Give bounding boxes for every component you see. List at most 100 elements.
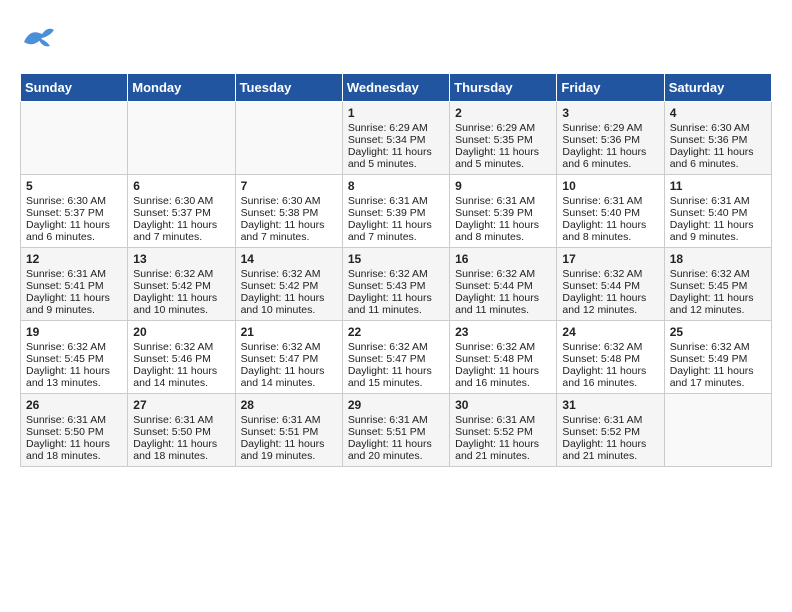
calendar-cell: 1 Sunrise: 6:29 AMSunset: 5:34 PMDaylight… (342, 102, 449, 175)
sunrise-text: Sunrise: 6:29 AM (348, 122, 444, 134)
sunrise-text: Sunrise: 6:32 AM (455, 341, 551, 353)
daylight-text: Daylight: 11 hours and 5 minutes. (348, 146, 444, 170)
day-number: 28 (241, 398, 337, 412)
daylight-text: Daylight: 11 hours and 11 minutes. (348, 292, 444, 316)
sunset-text: Sunset: 5:34 PM (348, 134, 444, 146)
sunrise-text: Sunrise: 6:31 AM (455, 195, 551, 207)
sunset-text: Sunset: 5:38 PM (241, 207, 337, 219)
daylight-text: Daylight: 11 hours and 19 minutes. (241, 438, 337, 462)
calendar-cell: 7Sunrise: 6:30 AMSunset: 5:38 PMDaylight… (235, 175, 342, 248)
sunrise-text: Sunrise: 6:32 AM (670, 341, 766, 353)
sunrise-text: Sunrise: 6:32 AM (670, 268, 766, 280)
calendar-cell: 17Sunrise: 6:32 AMSunset: 5:44 PMDayligh… (557, 248, 664, 321)
calendar-week-2: 5Sunrise: 6:30 AMSunset: 5:37 PMDaylight… (21, 175, 772, 248)
header-sunday: Sunday (21, 74, 128, 102)
sunrise-text: Sunrise: 6:32 AM (241, 268, 337, 280)
day-number: 9 (455, 179, 551, 193)
day-number: 31 (562, 398, 658, 412)
daylight-text: Daylight: 11 hours and 8 minutes. (455, 219, 551, 243)
calendar-cell: 24Sunrise: 6:32 AMSunset: 5:48 PMDayligh… (557, 321, 664, 394)
day-number: 14 (241, 252, 337, 266)
calendar-cell: 23Sunrise: 6:32 AMSunset: 5:48 PMDayligh… (450, 321, 557, 394)
sunrise-text: Sunrise: 6:32 AM (348, 341, 444, 353)
sunset-text: Sunset: 5:42 PM (241, 280, 337, 292)
sunrise-text: Sunrise: 6:31 AM (562, 414, 658, 426)
sunset-text: Sunset: 5:43 PM (348, 280, 444, 292)
calendar-cell (21, 102, 128, 175)
daylight-text: Daylight: 11 hours and 6 minutes. (26, 219, 122, 243)
day-number: 11 (670, 179, 766, 193)
sunrise-text: Sunrise: 6:32 AM (562, 268, 658, 280)
day-number: 6 (133, 179, 229, 193)
calendar-cell: 6Sunrise: 6:30 AMSunset: 5:37 PMDaylight… (128, 175, 235, 248)
calendar-header-row: SundayMondayTuesdayWednesdayThursdayFrid… (21, 74, 772, 102)
header-friday: Friday (557, 74, 664, 102)
sunrise-text: Sunrise: 6:31 AM (241, 414, 337, 426)
daylight-text: Daylight: 11 hours and 10 minutes. (133, 292, 229, 316)
daylight-text: Daylight: 11 hours and 16 minutes. (562, 365, 658, 389)
daylight-text: Daylight: 11 hours and 8 minutes. (562, 219, 658, 243)
calendar-cell: 15Sunrise: 6:32 AMSunset: 5:43 PMDayligh… (342, 248, 449, 321)
calendar-cell: 30Sunrise: 6:31 AMSunset: 5:52 PMDayligh… (450, 394, 557, 467)
calendar-cell: 10Sunrise: 6:31 AMSunset: 5:40 PMDayligh… (557, 175, 664, 248)
day-number: 18 (670, 252, 766, 266)
day-number: 16 (455, 252, 551, 266)
day-number: 29 (348, 398, 444, 412)
calendar-cell: 27Sunrise: 6:31 AMSunset: 5:50 PMDayligh… (128, 394, 235, 467)
sunset-text: Sunset: 5:51 PM (241, 426, 337, 438)
daylight-text: Daylight: 11 hours and 13 minutes. (26, 365, 122, 389)
sunset-text: Sunset: 5:41 PM (26, 280, 122, 292)
sunset-text: Sunset: 5:47 PM (348, 353, 444, 365)
sunrise-text: Sunrise: 6:30 AM (26, 195, 122, 207)
sunset-text: Sunset: 5:49 PM (670, 353, 766, 365)
day-number: 7 (241, 179, 337, 193)
header-monday: Monday (128, 74, 235, 102)
daylight-text: Daylight: 11 hours and 12 minutes. (670, 292, 766, 316)
calendar-cell: 18Sunrise: 6:32 AMSunset: 5:45 PMDayligh… (664, 248, 771, 321)
calendar-cell: 2Sunrise: 6:29 AMSunset: 5:35 PMDaylight… (450, 102, 557, 175)
sunrise-text: Sunrise: 6:30 AM (670, 122, 766, 134)
calendar-week-1: 1Sunrise: 6:29 AMSunset: 5:34 PMDaylight… (21, 102, 772, 175)
calendar-cell: 19Sunrise: 6:32 AMSunset: 5:45 PMDayligh… (21, 321, 128, 394)
daylight-text: Daylight: 11 hours and 20 minutes. (348, 438, 444, 462)
sunset-text: Sunset: 5:44 PM (455, 280, 551, 292)
day-number: 4 (670, 106, 766, 120)
sunrise-text: Sunrise: 6:31 AM (562, 195, 658, 207)
day-number: 23 (455, 325, 551, 339)
sunset-text: Sunset: 5:39 PM (455, 207, 551, 219)
daylight-text: Daylight: 11 hours and 9 minutes. (26, 292, 122, 316)
daylight-text: Daylight: 11 hours and 6 minutes. (670, 146, 766, 170)
day-number: 24 (562, 325, 658, 339)
day-number: 27 (133, 398, 229, 412)
day-number: 22 (348, 325, 444, 339)
sunrise-text: Sunrise: 6:32 AM (348, 268, 444, 280)
daylight-text: Daylight: 11 hours and 16 minutes. (455, 365, 551, 389)
daylight-text: Daylight: 11 hours and 7 minutes. (241, 219, 337, 243)
calendar-cell: 20Sunrise: 6:32 AMSunset: 5:46 PMDayligh… (128, 321, 235, 394)
day-number: 1 (348, 106, 444, 120)
sunset-text: Sunset: 5:37 PM (133, 207, 229, 219)
day-number: 21 (241, 325, 337, 339)
sunrise-text: Sunrise: 6:31 AM (26, 268, 122, 280)
calendar-cell: 25Sunrise: 6:32 AMSunset: 5:49 PMDayligh… (664, 321, 771, 394)
sunset-text: Sunset: 5:52 PM (455, 426, 551, 438)
day-number: 8 (348, 179, 444, 193)
sunset-text: Sunset: 5:39 PM (348, 207, 444, 219)
calendar-week-5: 26Sunrise: 6:31 AMSunset: 5:50 PMDayligh… (21, 394, 772, 467)
sunset-text: Sunset: 5:35 PM (455, 134, 551, 146)
day-number: 20 (133, 325, 229, 339)
calendar-cell: 8Sunrise: 6:31 AMSunset: 5:39 PMDaylight… (342, 175, 449, 248)
sunset-text: Sunset: 5:37 PM (26, 207, 122, 219)
calendar-cell: 13Sunrise: 6:32 AMSunset: 5:42 PMDayligh… (128, 248, 235, 321)
page-header (20, 20, 772, 63)
calendar-table: SundayMondayTuesdayWednesdayThursdayFrid… (20, 73, 772, 467)
sunrise-text: Sunrise: 6:32 AM (133, 268, 229, 280)
day-number: 5 (26, 179, 122, 193)
sunrise-text: Sunrise: 6:30 AM (133, 195, 229, 207)
sunset-text: Sunset: 5:36 PM (670, 134, 766, 146)
calendar-cell: 22Sunrise: 6:32 AMSunset: 5:47 PMDayligh… (342, 321, 449, 394)
sunrise-text: Sunrise: 6:29 AM (455, 122, 551, 134)
calendar-cell (235, 102, 342, 175)
daylight-text: Daylight: 11 hours and 5 minutes. (455, 146, 551, 170)
daylight-text: Daylight: 11 hours and 10 minutes. (241, 292, 337, 316)
